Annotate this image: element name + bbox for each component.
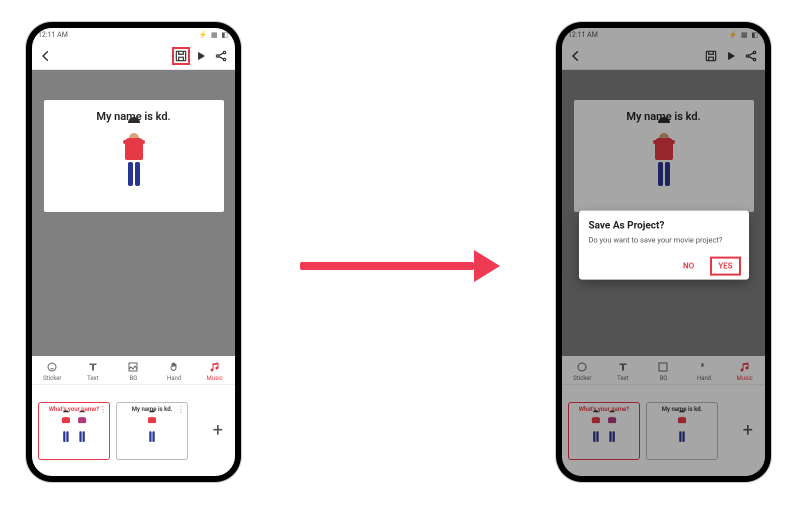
phone-after: 12:11 AM ⚡ ▦ ◧ My name is kd.	[556, 22, 771, 482]
canvas-gap	[32, 242, 235, 356]
text-icon	[86, 360, 100, 374]
dialog-yes-button[interactable]: YES	[712, 259, 738, 274]
status-icons: ⚡ ▦ ◧	[729, 31, 759, 39]
timeline[interactable]: What's your name? ⋮ My name is kd. ⋮ +	[32, 385, 235, 476]
tool-label: Sticker	[43, 375, 61, 382]
tool-label: BG	[130, 375, 138, 382]
tool-music[interactable]: Music	[728, 360, 762, 382]
back-icon[interactable]	[38, 48, 54, 64]
tool-sticker[interactable]: Sticker	[565, 360, 599, 382]
hand-icon	[167, 360, 181, 374]
sticker-icon	[45, 360, 59, 374]
thumb-menu-icon[interactable]: ⋮	[99, 405, 107, 414]
timeline: What's your name? My name is kd. +	[562, 385, 765, 476]
add-slide-button[interactable]: +	[743, 420, 753, 441]
tool-bg[interactable]: BG	[116, 360, 150, 382]
phone-before: 12:11 AM ⚡ ▦ ◧ My name is kd.	[26, 22, 241, 482]
tool-text[interactable]: Text	[606, 360, 640, 382]
thumb-menu-icon[interactable]: ⋮	[177, 405, 185, 414]
tool-label: Text	[87, 375, 98, 382]
tool-bg[interactable]: BG	[646, 360, 680, 382]
tool-hand[interactable]: Hand	[157, 360, 191, 382]
tool-hand[interactable]: Hand	[687, 360, 721, 382]
save-project-dialog: Save As Project? Do you want to save you…	[579, 211, 749, 280]
bottom-panel: Sticker Text BG Hand Music What's your n…	[562, 356, 765, 476]
share-icon[interactable]	[743, 48, 759, 64]
status-time: 12:11 AM	[38, 31, 68, 39]
screen: 12:11 AM ⚡ ▦ ◧ My name is kd.	[562, 28, 765, 476]
status-icons: ⚡ ▦ ◧	[199, 31, 229, 39]
tool-label: Hand	[167, 375, 181, 382]
app-bar	[562, 42, 765, 70]
dialog-body: Do you want to save your movie project?	[589, 236, 739, 245]
dialog-title: Save As Project?	[589, 221, 739, 232]
tool-music[interactable]: Music	[198, 360, 232, 382]
bottom-panel: Sticker Text BG Hand Music	[32, 356, 235, 476]
screen: 12:11 AM ⚡ ▦ ◧ My name is kd.	[32, 28, 235, 476]
timeline-thumb[interactable]: My name is kd. ⋮	[116, 402, 188, 460]
toolbar: Sticker Text BG Hand Music	[562, 356, 765, 385]
status-bar: 12:11 AM ⚡ ▦ ◧	[562, 28, 765, 42]
tool-label: Music	[207, 375, 223, 382]
bg-icon	[126, 360, 140, 374]
save-project-icon[interactable]	[703, 48, 719, 64]
character	[119, 127, 149, 187]
arrow-annotation	[300, 256, 500, 276]
tool-sticker[interactable]: Sticker	[35, 360, 69, 382]
current-slide: My name is kd.	[574, 100, 754, 212]
canvas[interactable]: My name is kd.	[32, 70, 235, 242]
toolbar: Sticker Text BG Hand Music	[32, 356, 235, 385]
thumb-title: What's your name?	[49, 407, 99, 413]
timeline-thumb[interactable]: What's your name? ⋮	[38, 402, 110, 460]
add-slide-button[interactable]: +	[213, 420, 223, 441]
share-icon[interactable]	[213, 48, 229, 64]
save-project-icon[interactable]	[173, 48, 189, 64]
tool-text[interactable]: Text	[76, 360, 110, 382]
dialog-no-button[interactable]: NO	[677, 259, 700, 274]
play-icon[interactable]	[723, 48, 739, 64]
character	[649, 127, 679, 187]
current-slide: My name is kd.	[44, 100, 224, 212]
back-icon[interactable]	[568, 48, 584, 64]
music-icon	[208, 360, 222, 374]
timeline-thumb[interactable]: My name is kd.	[646, 402, 718, 460]
play-icon[interactable]	[193, 48, 209, 64]
status-time: 12:11 AM	[568, 31, 598, 39]
thumb-preview	[59, 415, 89, 442]
thumb-preview	[145, 415, 159, 442]
app-bar	[32, 42, 235, 70]
dialog-actions: NO YES	[589, 259, 739, 274]
timeline-thumb[interactable]: What's your name?	[568, 402, 640, 460]
status-bar: 12:11 AM ⚡ ▦ ◧	[32, 28, 235, 42]
